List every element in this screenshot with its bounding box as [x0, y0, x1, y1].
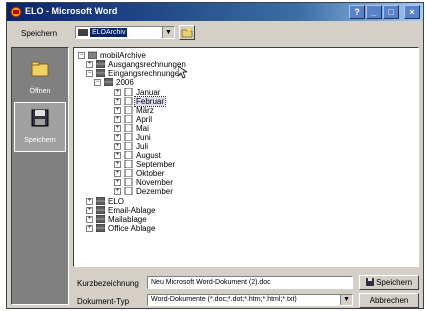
save-dialog-window: ELO - Microsoft Word ? _ □ × Speichern E… [6, 2, 424, 309]
window-title: ELO - Microsoft Word [25, 6, 118, 16]
expand-icon[interactable]: + [114, 161, 121, 168]
help-icon[interactable]: ? [349, 5, 365, 19]
expand-icon[interactable]: + [114, 98, 121, 105]
save-in-label: Speichern [21, 29, 58, 38]
expand-icon[interactable]: + [114, 170, 121, 177]
chevron-down-icon[interactable]: ▼ [162, 27, 174, 38]
tree-label: August [136, 151, 161, 160]
cabinet-icon [96, 206, 105, 214]
expand-icon[interactable]: + [114, 125, 121, 132]
cursor-icon [178, 66, 187, 79]
expand-icon[interactable]: + [114, 89, 121, 96]
maximize-icon[interactable]: □ [383, 5, 399, 19]
tree-label: September [136, 160, 176, 169]
tree-label: ELO [108, 197, 125, 206]
save-disk-icon [31, 109, 49, 127]
tree-label: 2006 [116, 78, 134, 87]
folder-icon [124, 106, 133, 114]
tree-label: Oktober [136, 169, 165, 178]
tree-label: November [136, 178, 173, 187]
tree-label: Email-Ablage [108, 206, 156, 215]
archive-icon [88, 51, 97, 59]
cabinet-icon [96, 69, 105, 77]
cabinet-icon [96, 224, 105, 232]
type-value: Word-Dokumente (*.doc;*.dot;*.htm;*.html… [151, 296, 297, 303]
folder-icon [124, 97, 133, 105]
cabinet-icon [104, 78, 113, 86]
minimize-icon[interactable]: _ [366, 5, 382, 19]
folder-icon [124, 169, 133, 177]
cabinet-icon [96, 215, 105, 223]
title-bar[interactable]: ELO - Microsoft Word ? _ □ × [7, 3, 423, 21]
expand-icon[interactable]: + [114, 116, 121, 123]
expand-icon[interactable]: + [114, 179, 121, 186]
expand-icon[interactable]: + [86, 198, 93, 205]
tree-label: Office Ablage [108, 224, 156, 233]
tree-label: März [136, 106, 154, 115]
type-combo[interactable]: Word-Dokumente (*.doc;*.dot;*.htm;*.html… [147, 294, 353, 306]
expand-icon[interactable]: + [114, 143, 121, 150]
folder-icon [124, 178, 133, 186]
tree-label: Mailablage [108, 215, 147, 224]
location-combo[interactable]: ELOArchiv ▼ [75, 26, 175, 39]
save-button[interactable]: Speichern [359, 275, 419, 290]
filename-input[interactable]: Neu Microsoft Word-Dokument (2).doc [147, 276, 353, 289]
tree-label: Juli [136, 142, 149, 151]
places-bar: Öffnen Speichern [11, 47, 69, 305]
expand-icon[interactable]: + [114, 107, 121, 114]
tree-label: April [136, 115, 153, 124]
location-value: ELOArchiv [90, 28, 128, 37]
expand-icon[interactable]: + [86, 225, 93, 232]
close-icon[interactable]: × [404, 5, 420, 19]
expand-icon[interactable]: + [114, 152, 121, 159]
save-button-label: Speichern [376, 278, 413, 287]
sidebar-item-save[interactable]: Speichern [14, 102, 66, 152]
expand-icon[interactable]: + [86, 61, 93, 68]
tree-label: Ausgangsrechnungen [108, 60, 186, 69]
type-label: Dokument-Typ [77, 297, 130, 306]
chevron-down-icon[interactable]: ▼ [340, 295, 352, 305]
elo-app-icon [10, 6, 22, 18]
folder-icon [124, 142, 133, 150]
save-disk-icon [365, 278, 374, 286]
sidebar-item-label: Öffnen [29, 88, 51, 95]
filename-value: Neu Microsoft Word-Dokument (2).doc [151, 279, 271, 286]
collapse-icon[interactable]: − [94, 79, 101, 86]
archive-tree[interactable]: − mobilArchive + Ausgangsrechnungen − Ei… [73, 47, 419, 267]
cancel-button[interactable]: Abbrechen [359, 293, 419, 308]
folder-icon [124, 124, 133, 132]
filename-label: Kurzbezeichnung [77, 279, 139, 288]
tree-label: Februar [133, 96, 167, 107]
folder-icon [31, 61, 49, 77]
cancel-button-label: Abbrechen [369, 296, 409, 305]
expand-icon[interactable]: + [86, 207, 93, 214]
tree-label: mobilArchive [100, 51, 146, 60]
tree-label: Eingangsrechnungen [108, 69, 184, 78]
tree-label: Januar [136, 88, 161, 97]
sidebar-item-open[interactable]: Öffnen [14, 54, 66, 104]
drive-icon [78, 29, 88, 36]
new-folder-icon [181, 27, 193, 38]
folder-icon [124, 88, 133, 96]
cabinet-icon [96, 60, 105, 68]
tree-label: Dezember [136, 187, 173, 196]
tree-label: Mai [136, 124, 149, 133]
folder-icon [124, 151, 133, 159]
sidebar-item-label: Speichern [24, 137, 56, 144]
expand-icon[interactable]: + [114, 188, 121, 195]
folder-icon [124, 187, 133, 195]
cabinet-icon [96, 197, 105, 205]
tree-label: Juni [136, 133, 151, 142]
new-folder-button[interactable] [179, 25, 195, 40]
collapse-icon[interactable]: − [78, 52, 85, 59]
folder-icon [124, 160, 133, 168]
folder-icon [124, 115, 133, 123]
folder-icon [124, 133, 133, 141]
expand-icon[interactable]: + [114, 134, 121, 141]
expand-icon[interactable]: + [86, 216, 93, 223]
collapse-icon[interactable]: − [86, 70, 93, 77]
